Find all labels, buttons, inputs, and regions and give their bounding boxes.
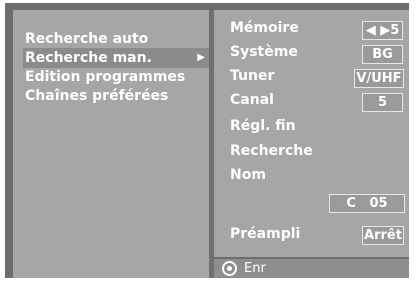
- systeme-label: Système: [230, 44, 298, 60]
- recherche-label[interactable]: Recherche: [230, 141, 313, 161]
- memoire-label: Mémoire: [230, 20, 299, 36]
- tuner-value[interactable]: V/UHF: [354, 69, 404, 88]
- menu-frame: Recherche auto Recherche man. ▶ Edition …: [5, 3, 409, 278]
- preampli-label: Préampli: [230, 226, 301, 242]
- preampli-value[interactable]: Arrêt: [362, 226, 404, 245]
- canal-value[interactable]: 5: [362, 93, 403, 112]
- menu-item-recherche-auto[interactable]: Recherche auto: [25, 29, 148, 49]
- footer-label: Enr: [244, 261, 266, 276]
- menu-item-chaines-preferees[interactable]: Chaînes préférées: [25, 86, 168, 106]
- ok-button-icon: [222, 261, 237, 276]
- nom-value[interactable]: C 05: [329, 194, 405, 213]
- menu-item-edition-programmes[interactable]: Edition programmes: [25, 67, 185, 87]
- left-menu-panel: Recherche auto Recherche man. ▶ Edition …: [13, 10, 213, 278]
- memoire-value[interactable]: ◀ ▶5: [362, 21, 403, 40]
- tuner-label: Tuner: [230, 68, 275, 84]
- systeme-value[interactable]: BG: [362, 45, 403, 64]
- menu-item-recherche-man[interactable]: Recherche man. ▶: [23, 48, 213, 68]
- nom-label: Nom: [230, 167, 266, 183]
- canal-label: Canal: [230, 92, 274, 108]
- regl-fin-label[interactable]: Régl. fin: [230, 116, 296, 136]
- menu-item-label: Recherche man.: [25, 50, 152, 66]
- submenu-arrow-icon: ▶: [197, 52, 205, 63]
- footer-hint: Enr: [214, 259, 409, 278]
- settings-panel: Mémoire ◀ ▶5 Système BG Tuner V/UHF Cana…: [214, 10, 409, 257]
